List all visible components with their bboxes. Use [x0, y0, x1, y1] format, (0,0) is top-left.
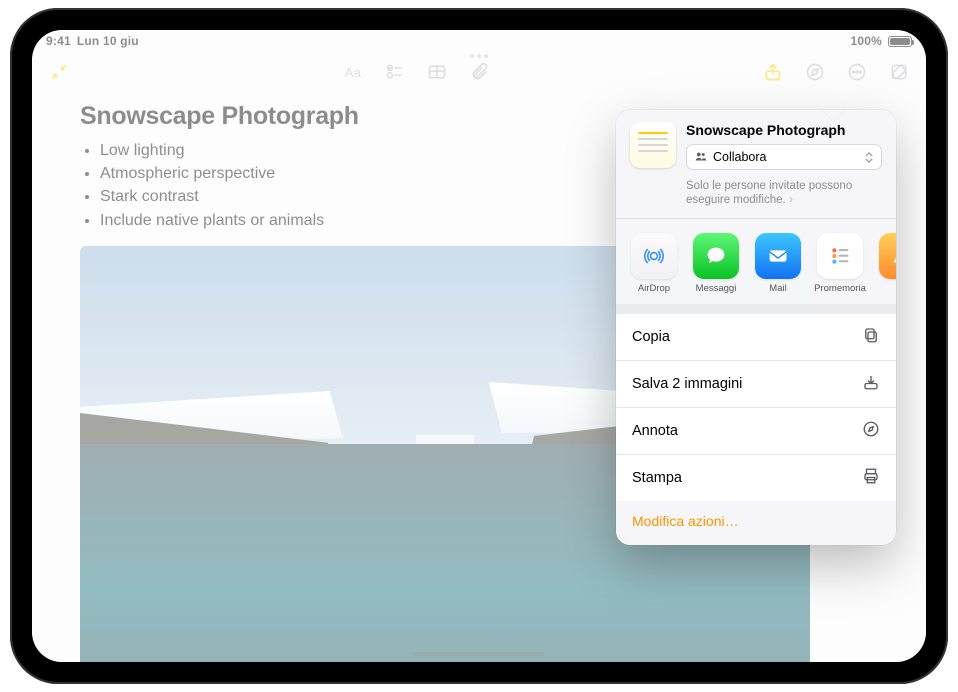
copy-icon: [862, 326, 880, 348]
compose-icon[interactable]: [882, 57, 916, 87]
permission-note[interactable]: Solo le persone invitate possono eseguir…: [616, 176, 896, 219]
share-sheet: Snowscape Photograph Collabora Solo le: [616, 110, 896, 545]
annotate-icon: [862, 420, 880, 442]
status-date: Lun 10 giu: [77, 34, 139, 48]
markup-icon[interactable]: [798, 57, 832, 87]
action-copy[interactable]: Copia: [616, 314, 896, 361]
status-time: 9:41: [46, 34, 71, 48]
more-icon[interactable]: [840, 57, 874, 87]
action-save-images[interactable]: Salva 2 immagini: [616, 361, 896, 408]
mail-icon: [755, 233, 801, 279]
notes-app-icon: [630, 122, 676, 168]
battery-icon: [888, 36, 912, 47]
checklist-icon[interactable]: [378, 57, 412, 87]
status-bar: 9:41 Lun 10 giu 100%: [32, 30, 926, 52]
collab-label: Collabora: [713, 150, 767, 164]
share-app-reminders[interactable]: Promemoria: [814, 233, 866, 294]
share-app-airdrop[interactable]: AirDrop: [628, 233, 680, 294]
print-icon: [862, 467, 880, 489]
screen: 9:41 Lun 10 giu 100% Aa: [32, 30, 926, 662]
share-title: Snowscape Photograph: [686, 122, 882, 138]
airdrop-icon: [631, 233, 677, 279]
toolbar: Aa: [32, 52, 926, 92]
messages-icon: [693, 233, 739, 279]
attachment-icon[interactable]: [462, 57, 496, 87]
share-action-list: Copia Salva 2 immagini Annota: [616, 314, 896, 501]
text-format-icon[interactable]: Aa: [336, 57, 370, 87]
collaboration-selector[interactable]: Collabora: [686, 144, 882, 170]
share-icon[interactable]: [756, 57, 790, 87]
share-app-mail[interactable]: Mail: [752, 233, 804, 294]
table-icon[interactable]: [420, 57, 454, 87]
action-print[interactable]: Stampa: [616, 455, 896, 501]
svg-text:Aa: Aa: [345, 65, 362, 80]
reminders-icon: [817, 233, 863, 279]
chevron-updown-icon: [865, 152, 873, 163]
multitask-dots-icon[interactable]: [470, 54, 488, 58]
save-icon: [862, 373, 880, 395]
share-app-messages[interactable]: Messaggi: [690, 233, 742, 294]
share-app-row: AirDrop Messaggi Mail: [616, 219, 896, 314]
chevron-right-icon: ›: [789, 192, 793, 206]
people-icon: [695, 150, 707, 164]
freeform-icon: [879, 233, 896, 279]
collapse-icon[interactable]: [42, 57, 76, 87]
share-app-more[interactable]: Fr: [876, 233, 896, 294]
ipad-frame: 9:41 Lun 10 giu 100% Aa: [10, 8, 948, 684]
edit-actions-button[interactable]: Modifica azioni…: [616, 501, 896, 545]
home-indicator[interactable]: [414, 652, 544, 656]
action-markup[interactable]: Annota: [616, 408, 896, 455]
battery-pct: 100%: [851, 34, 883, 48]
